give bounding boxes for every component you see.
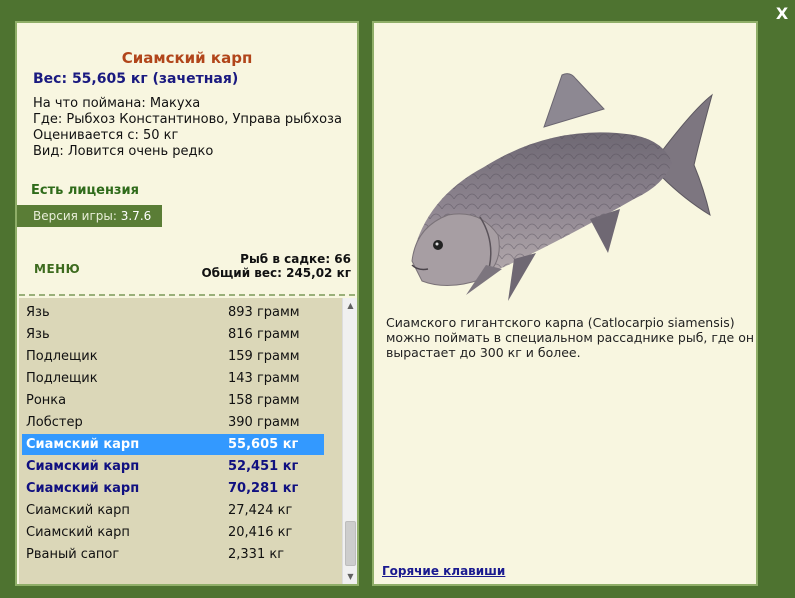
list-item[interactable]: Сиамский карп 55,605 кг xyxy=(22,434,324,455)
list-item-name: Сиамский карп xyxy=(26,459,140,474)
fish-description: Сиамского гигантского карпа (Catlocarpio… xyxy=(386,315,755,360)
list-item[interactable]: Сиамский карп 20,416 кг xyxy=(22,522,324,543)
list-item[interactable]: Подлещик 159 грамм xyxy=(22,346,324,367)
list-item-weight: 159 грамм xyxy=(228,349,300,364)
list-item-weight: 20,416 кг xyxy=(228,525,293,540)
keepnet-total-weight: Общий вес: 245,02 кг xyxy=(201,266,351,280)
list-item-name: Сиамский карп xyxy=(26,481,140,496)
scroll-thumb[interactable] xyxy=(345,521,356,566)
list-item[interactable]: Сиамский карп 27,424 кг xyxy=(22,500,324,521)
list-item[interactable]: Язь 893 грамм xyxy=(22,302,324,323)
list-item-name: Подлещик xyxy=(26,371,98,386)
list-item-weight: 70,281 кг xyxy=(228,481,299,496)
hotkeys-link[interactable]: Горячие клавиши xyxy=(382,564,505,578)
scrollbar[interactable]: ▲ ▼ xyxy=(342,298,357,584)
list-item-name: Подлещик xyxy=(26,349,98,364)
list-item[interactable]: Ронка 158 грамм xyxy=(22,390,324,411)
list-item-name: Язь xyxy=(26,305,50,320)
list-item-weight: 158 грамм xyxy=(228,393,300,408)
fish-info-panel: Сиамский карп Вес: 55,605 кг (зачетная) … xyxy=(15,21,359,586)
keepnet-count: Рыб в садке: 66 xyxy=(240,252,351,266)
fish-location: Где: Рыбхоз Константиново, Управа рыбхоз… xyxy=(33,112,342,127)
list-item-name: Сиамский карп xyxy=(26,525,130,540)
fish-detail-panel: Сиамского гигантского карпа (Catlocarpio… xyxy=(372,21,758,586)
list-item-name: Язь xyxy=(26,327,50,342)
list-item-weight: 143 грамм xyxy=(228,371,300,386)
menu-button[interactable]: МЕНЮ xyxy=(34,262,80,276)
scroll-down-icon[interactable]: ▼ xyxy=(343,569,358,584)
keepnet-stats: Рыб в садке: 66 Общий вес: 245,02 кг xyxy=(201,252,351,280)
list-item-name: Ронка xyxy=(26,393,67,408)
list-item[interactable]: Сиамский карп 70,281 кг xyxy=(22,478,324,499)
list-item-weight: 27,424 кг xyxy=(228,503,293,518)
close-icon[interactable]: X xyxy=(774,6,790,22)
fish-bait: На что поймана: Макуха xyxy=(33,96,201,111)
scroll-up-icon[interactable]: ▲ xyxy=(343,298,358,313)
list-item-name: Сиамский карп xyxy=(26,503,130,518)
list-item-weight: 2,331 кг xyxy=(228,547,285,562)
fish-image xyxy=(411,73,713,301)
list-item-name: Рваный сапог xyxy=(26,547,120,562)
version-bar: Версия игры: 3.7.6 xyxy=(17,205,162,227)
version-value: 3.7.6 xyxy=(120,209,152,223)
license-status: Есть лицензия xyxy=(31,183,139,198)
fish-rarity: Вид: Ловится очень редко xyxy=(33,144,214,159)
list-item-weight: 816 грамм xyxy=(228,327,300,342)
catch-list[interactable]: Язь 893 грамм Язь 816 грамм Подлещик 159 грам… xyxy=(19,298,357,584)
list-item-weight: 893 грамм xyxy=(228,305,300,320)
fish-price: Оценивается с: 50 кг xyxy=(33,128,179,143)
list-item[interactable]: Язь 816 грамм xyxy=(22,324,324,345)
list-item-name: Сиамский карп xyxy=(26,437,140,452)
list-item-weight: 390 грамм xyxy=(228,415,300,430)
divider xyxy=(19,294,355,296)
list-item-name: Лобстер xyxy=(26,415,83,430)
list-item[interactable]: Рваный сапог 2,331 кг xyxy=(22,544,324,565)
fish-title: Сиамский карп xyxy=(121,49,253,67)
list-item[interactable]: Сиамский карп 52,451 кг xyxy=(22,456,324,477)
list-item-weight: 52,451 кг xyxy=(228,459,299,474)
list-item-weight: 55,605 кг xyxy=(228,437,299,452)
fish-weight: Вес: 55,605 кг (зачетная) xyxy=(33,71,239,87)
list-item[interactable]: Подлещик 143 грамм xyxy=(22,368,324,389)
version-label: Версия игры: xyxy=(33,209,117,223)
list-item[interactable]: Лобстер 390 грамм xyxy=(22,412,324,433)
